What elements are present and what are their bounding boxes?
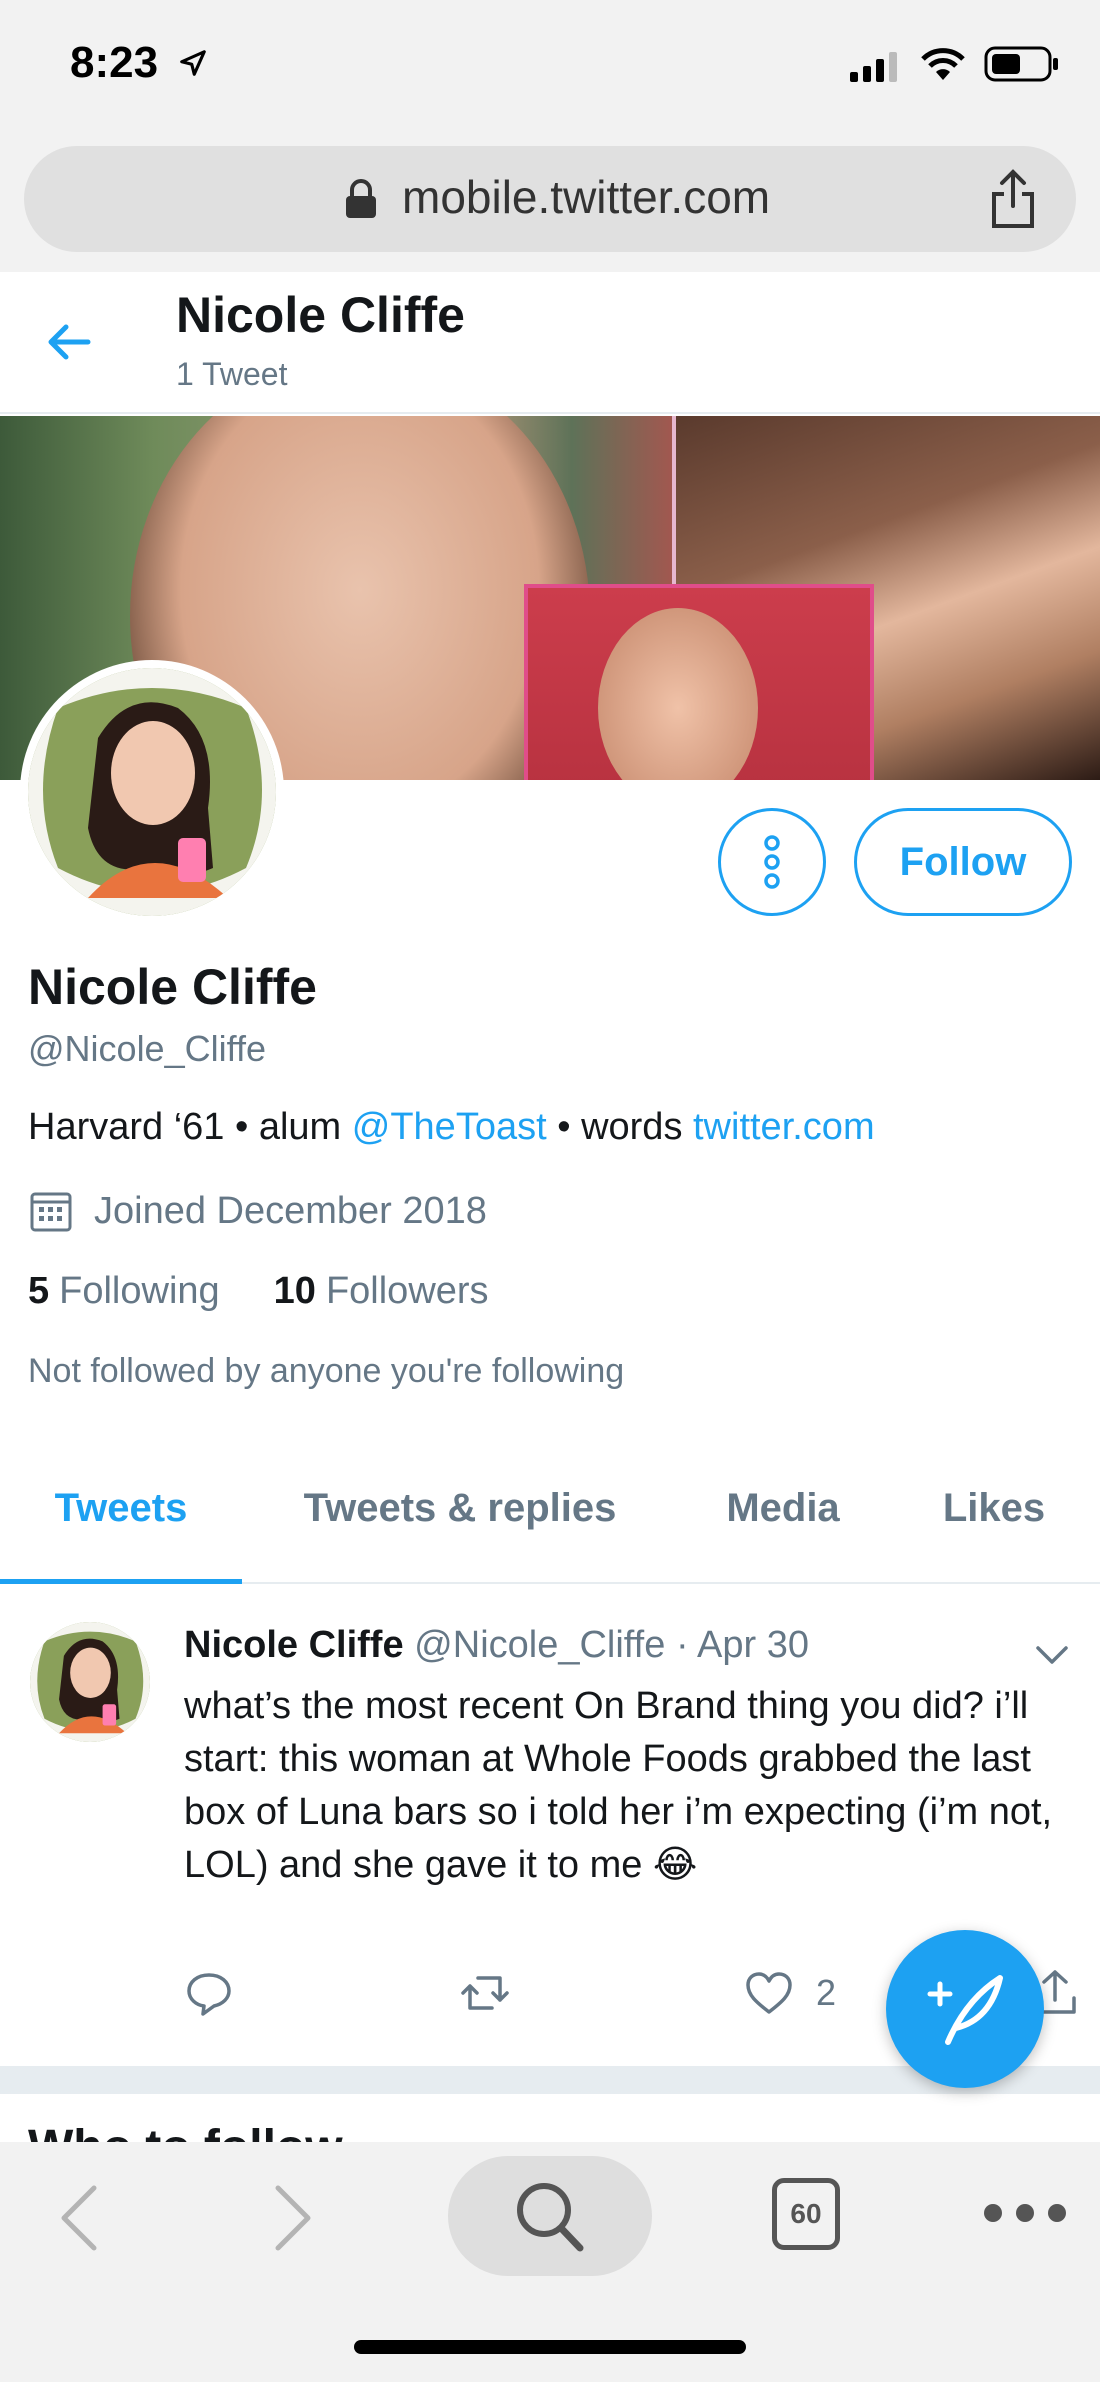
tab-likes[interactable]: Likes (888, 1460, 1100, 1582)
tweet-text: what’s the most recent On Brand thing yo… (184, 1685, 1053, 1886)
reply-button[interactable] (184, 1968, 234, 2018)
tweet-avatar[interactable] (30, 1622, 150, 1742)
status-icons (850, 46, 1060, 82)
address-bar[interactable]: mobile.twitter.com (24, 146, 1076, 252)
like-button[interactable]: 2 (744, 1968, 836, 2018)
browser-search-button[interactable] (448, 2156, 652, 2276)
browser-more-button[interactable] (984, 2204, 1066, 2222)
profile-bio: Harvard ‘61 • alum @TheToast • words twi… (28, 1106, 875, 1149)
followers-link[interactable]: 10 Followers (274, 1270, 489, 1313)
header-name: Nicole Cliffe (176, 287, 465, 343)
profile-name: Nicole Cliffe (28, 959, 317, 1015)
back-arrow-icon[interactable] (40, 312, 100, 372)
browser-tabs-button[interactable]: 60 (772, 2178, 840, 2250)
wifi-icon (921, 48, 965, 80)
tweet-author-name[interactable]: Nicole Cliffe (184, 1624, 404, 1666)
chevron-down-icon[interactable] (1032, 1640, 1072, 1670)
tweet-date[interactable]: · Apr 30 (676, 1624, 809, 1666)
battery-icon (984, 46, 1058, 82)
like-count: 2 (816, 1972, 837, 2013)
compose-icon (927, 1975, 1003, 2045)
more-vertical-icon (764, 835, 780, 889)
header-tweet-count: 1 Tweet (176, 356, 288, 392)
profile-header-bar: Nicole Cliffe 1 Tweet (0, 272, 1100, 414)
profile-handle: @Nicole_Cliffe (28, 1028, 266, 1069)
bio-mention-link[interactable]: @TheToast (352, 1106, 547, 1148)
location-arrow-icon (180, 50, 206, 76)
retweet-icon (461, 1976, 509, 2010)
tweet-header: Nicole Cliffe @Nicole_Cliffe · Apr 30 (184, 1624, 809, 1667)
profile-tabs: Tweets Tweets & replies Media Likes (0, 1460, 1100, 1584)
reply-icon (187, 1973, 231, 2016)
lock-icon (346, 179, 376, 218)
not-followed-note: Not followed by anyone you're following (28, 1352, 625, 1390)
share-icon[interactable] (988, 168, 1038, 230)
banner-photo-center (524, 584, 874, 780)
tab-media[interactable]: Media (678, 1460, 888, 1582)
status-time: 8:23 (70, 38, 159, 87)
browser-forward-icon[interactable] (272, 2182, 316, 2254)
profile-joined: Joined December 2018 (28, 1188, 487, 1234)
bio-text: • words (546, 1106, 693, 1148)
tab-tweets-replies[interactable]: Tweets & replies (242, 1460, 678, 1582)
like-icon (746, 1972, 792, 2014)
profile-avatar[interactable] (20, 660, 284, 924)
tab-tweets[interactable]: Tweets (0, 1460, 242, 1584)
home-indicator (354, 2340, 746, 2354)
browser-back-icon[interactable] (56, 2182, 100, 2254)
more-options-button[interactable] (718, 808, 826, 916)
search-icon (517, 2183, 584, 2252)
calendar-icon (30, 1192, 72, 1232)
tweet-author-handle: @Nicole_Cliffe (414, 1624, 666, 1666)
joined-date: Joined December 2018 (94, 1189, 487, 1232)
following-link[interactable]: 5 Following (28, 1270, 220, 1313)
bio-url-link[interactable]: twitter.com (693, 1106, 875, 1148)
avatar-illustration (28, 668, 276, 916)
retweet-button[interactable] (460, 1968, 510, 2018)
follow-button[interactable]: Follow (854, 808, 1072, 916)
who-to-follow-heading: Who to follow (28, 2120, 343, 2142)
signal-icon (850, 52, 897, 82)
avatar-illustration (30, 1622, 150, 1742)
profile-stats: 5 Following 10 Followers (28, 1270, 489, 1313)
browser-chrome-top: 8:23 mobile.twitter.com (0, 0, 1100, 272)
url-text: mobile.twitter.com (402, 171, 771, 223)
compose-tweet-button[interactable] (886, 1930, 1044, 2088)
bio-text: Harvard ‘61 • alum (28, 1106, 352, 1148)
